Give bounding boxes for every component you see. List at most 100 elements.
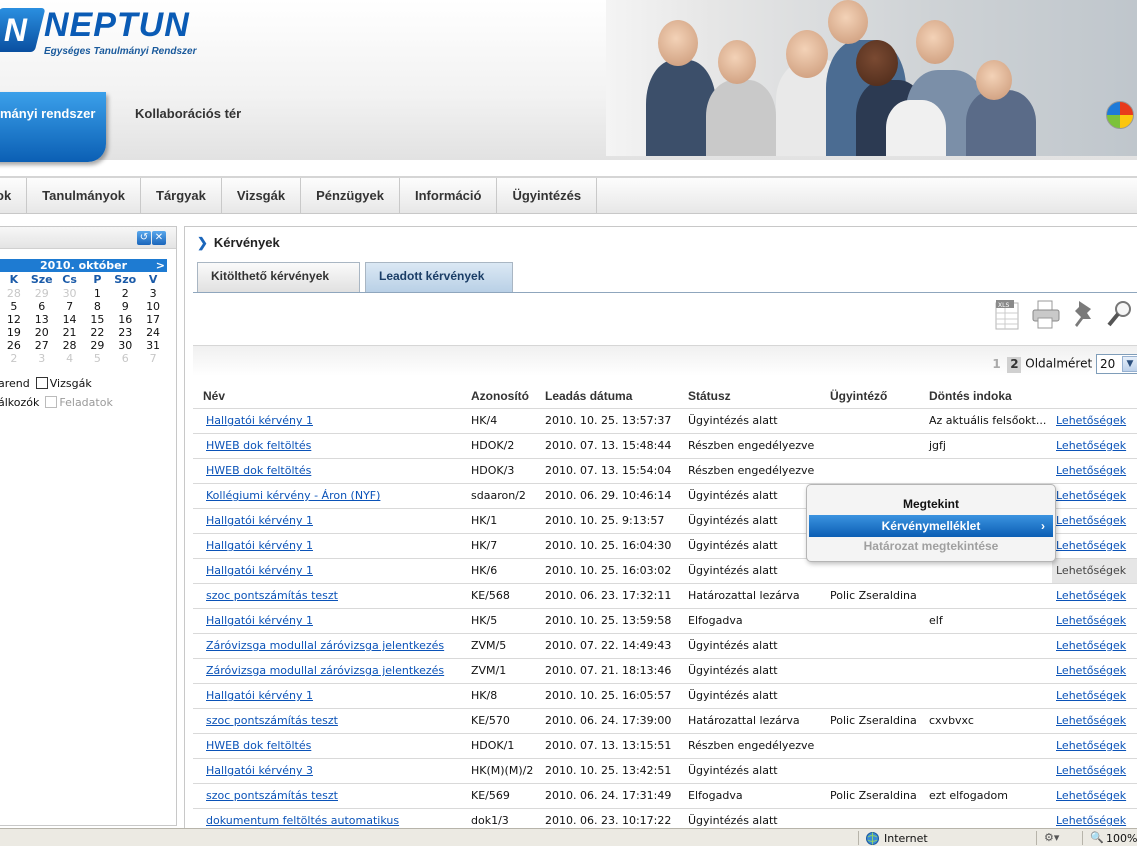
table-row[interactable]: Hallgatói kérvény 1 HK/5 2010. 10. 25. 13:… <box>193 607 1137 633</box>
calendar-day[interactable]: 21 <box>56 326 84 339</box>
tab-fillable-requests[interactable]: Kitölthető kérvények <box>197 262 360 292</box>
excel-export-icon[interactable]: XLS <box>993 297 1023 331</box>
request-name-link[interactable]: Hallgatói kérvény 1 <box>206 414 313 427</box>
column-header-name[interactable]: Név <box>193 384 461 408</box>
calendar-day[interactable]: 13 <box>28 313 56 326</box>
table-row[interactable]: szoc pontszámítás teszt KE/570 2010. 06. 2… <box>193 707 1137 733</box>
next-month-button[interactable]: > <box>156 259 165 272</box>
menu-item-personal[interactable]: ok <box>0 178 28 214</box>
page-1-link[interactable]: 1 <box>990 357 1004 373</box>
calendar-day[interactable]: 16 <box>111 313 139 326</box>
calendar-day[interactable]: 6 <box>111 352 139 365</box>
calendar-day[interactable]: 27 <box>28 339 56 352</box>
calendar-day[interactable]: 29 <box>28 287 56 300</box>
row-options-link[interactable]: Lehetőségek <box>1056 539 1126 552</box>
page-2-link[interactable]: 2 <box>1007 356 1022 373</box>
calendar-day[interactable]: 22 <box>83 326 111 339</box>
row-options-link[interactable]: Lehetőségek <box>1056 789 1126 802</box>
pin-icon[interactable] <box>1069 297 1099 331</box>
request-name-link[interactable]: Hallgatói kérvény 1 <box>206 539 313 552</box>
request-name-link[interactable]: Záróvizsga modullal záróvizsga jelentkez… <box>206 639 444 652</box>
popup-item-view[interactable]: Megtekint <box>807 493 1055 515</box>
calendar-day[interactable]: 1 <box>83 287 111 300</box>
request-name-link[interactable]: HWEB dok feltöltés <box>206 464 311 477</box>
calendar-day[interactable]: 2 <box>111 287 139 300</box>
menu-item-finances[interactable]: Pénzügyek <box>301 178 400 214</box>
table-row[interactable]: Hallgatói kérvény 1 HK/4 2010. 10. 25. 13:… <box>193 407 1137 433</box>
protected-mode-icon[interactable]: ⚙▾ <box>1044 831 1059 844</box>
calendar-day[interactable]: 5 <box>0 300 28 313</box>
calendar-day[interactable]: 14 <box>56 313 84 326</box>
language-globe-icon[interactable] <box>1106 101 1134 129</box>
request-name-link[interactable]: szoc pontszámítás teszt <box>206 714 338 727</box>
row-options-link[interactable]: Lehetőségek <box>1056 564 1126 577</box>
calendar-day[interactable]: 8 <box>83 300 111 313</box>
row-options-link[interactable]: Lehetőségek <box>1056 689 1126 702</box>
calendar-day[interactable]: 5 <box>83 352 111 365</box>
search-icon[interactable] <box>1105 297 1135 331</box>
calendar-day[interactable]: 23 <box>111 326 139 339</box>
table-row[interactable]: Hallgatói kérvény 3 HK(M)(M)/2 2010. 10. 2… <box>193 757 1137 783</box>
request-name-link[interactable]: szoc pontszámítás teszt <box>206 589 338 602</box>
close-icon[interactable]: ✕ <box>152 231 166 245</box>
table-row[interactable]: szoc pontszámítás teszt KE/569 2010. 06. 2… <box>193 782 1137 808</box>
table-row[interactable]: HWEB dok feltöltés HDOK/2 2010. 07. 13. 15… <box>193 432 1137 458</box>
menu-item-subjects[interactable]: Tárgyak <box>141 178 222 214</box>
row-options-link[interactable]: Lehetőségek <box>1056 514 1126 527</box>
row-options-link[interactable]: Lehetőségek <box>1056 414 1126 427</box>
calendar-day[interactable]: 30 <box>56 287 84 300</box>
menu-item-exams[interactable]: Vizsgák <box>222 178 302 214</box>
request-name-link[interactable]: szoc pontszámítás teszt <box>206 789 338 802</box>
calendar-day[interactable]: 24 <box>139 326 167 339</box>
calendar-day[interactable]: 31 <box>139 339 167 352</box>
column-header-date[interactable]: Leadás dátuma <box>535 384 678 408</box>
row-options-link[interactable]: Lehetőségek <box>1056 614 1126 627</box>
column-header-reason[interactable]: Döntés indoka <box>919 384 1052 408</box>
request-name-link[interactable]: Hallgatói kérvény 1 <box>206 614 313 627</box>
calendar-day[interactable]: 2 <box>0 352 28 365</box>
calendar-day[interactable]: 3 <box>28 352 56 365</box>
calendar-day[interactable]: 6 <box>28 300 56 313</box>
calendar-day[interactable]: 12 <box>0 313 28 326</box>
calendar-day[interactable]: 3 <box>139 287 167 300</box>
calendar-day[interactable]: 30 <box>111 339 139 352</box>
row-options-link[interactable]: Lehetőségek <box>1056 739 1126 752</box>
zoom-level[interactable]: 100% <box>1106 832 1137 845</box>
calendar-day[interactable]: 19 <box>0 326 28 339</box>
exams-checkbox[interactable] <box>35 377 48 389</box>
request-name-link[interactable]: HWEB dok feltöltés <box>206 739 311 752</box>
calendar-day[interactable]: 4 <box>56 352 84 365</box>
page-size-select[interactable]: 20 ▼ <box>1096 354 1137 374</box>
table-row[interactable]: Hallgatói kérvény 1 HK/8 2010. 10. 25. 16:… <box>193 682 1137 708</box>
menu-item-information[interactable]: Információ <box>400 178 498 214</box>
table-row[interactable]: szoc pontszámítás teszt KE/568 2010. 06. 2… <box>193 582 1137 608</box>
calendar-day[interactable]: 29 <box>83 339 111 352</box>
table-row[interactable]: Záróvizsga modullal záróvizsga jelentkez… <box>193 657 1137 683</box>
calendar-day[interactable]: 20 <box>28 326 56 339</box>
calendar-day[interactable]: 7 <box>56 300 84 313</box>
calendar-day[interactable]: 28 <box>0 287 28 300</box>
request-name-link[interactable]: Hallgatói kérvény 1 <box>206 564 313 577</box>
table-row[interactable]: HWEB dok feltöltés HDOK/1 2010. 07. 13. 13… <box>193 732 1137 758</box>
tab-submitted-requests[interactable]: Leadott kérvények <box>365 262 513 292</box>
request-name-link[interactable]: Záróvizsga modullal záróvizsga jelentkez… <box>206 664 444 677</box>
column-header-status[interactable]: Státusz <box>678 384 820 408</box>
zoom-icon[interactable]: 🔍 <box>1090 831 1104 844</box>
row-options-link[interactable]: Lehetőségek <box>1056 464 1126 477</box>
calendar-day[interactable]: 17 <box>139 313 167 326</box>
request-name-link[interactable]: Hallgatói kérvény 3 <box>206 764 313 777</box>
row-options-link[interactable]: Lehetőségek <box>1056 439 1126 452</box>
menu-item-studies[interactable]: Tanulmányok <box>27 178 142 214</box>
row-options-link[interactable]: Lehetőségek <box>1056 664 1126 677</box>
calendar-day[interactable]: 10 <box>139 300 167 313</box>
request-name-link[interactable]: HWEB dok feltöltés <box>206 439 311 452</box>
tab-collaboration[interactable]: Kollaborációs tér <box>135 106 241 121</box>
row-options-link[interactable]: Lehetőségek <box>1056 814 1126 827</box>
calendar-day[interactable]: 26 <box>0 339 28 352</box>
column-header-id[interactable]: Azonosító <box>461 384 535 408</box>
refresh-icon[interactable]: ↺ <box>137 231 151 245</box>
table-row[interactable]: Záróvizsga modullal záróvizsga jelentkez… <box>193 632 1137 658</box>
tab-study-system[interactable]: mányi rendszer <box>0 92 106 162</box>
row-options-link[interactable]: Lehetőségek <box>1056 714 1126 727</box>
print-icon[interactable] <box>1031 297 1061 331</box>
